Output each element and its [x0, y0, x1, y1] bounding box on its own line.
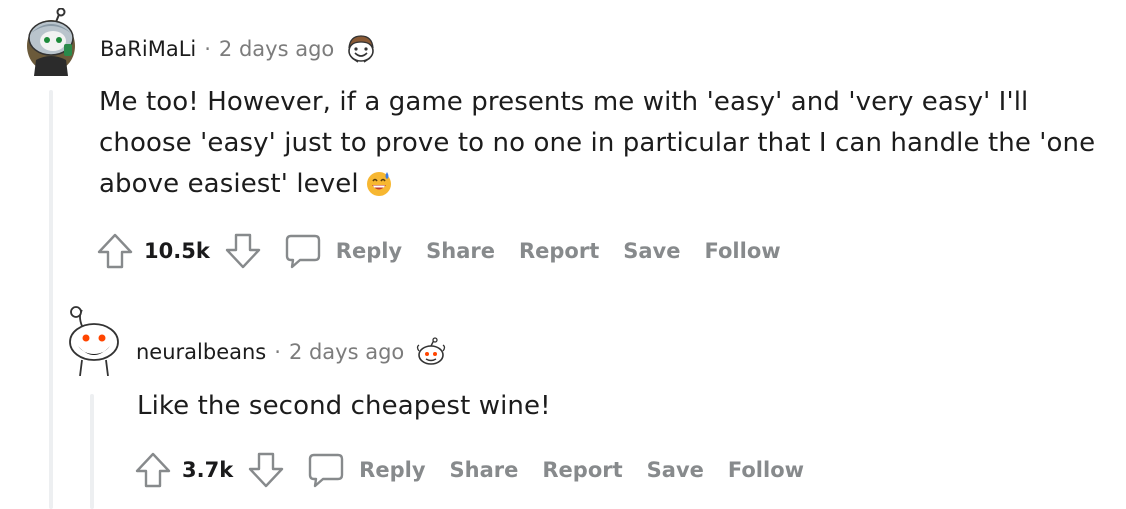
snoo-avatar-girl-icon	[27, 8, 75, 76]
save-button[interactable]: Save	[623, 239, 680, 263]
avatar[interactable]	[64, 304, 120, 376]
downvote-arrow-icon[interactable]	[224, 232, 262, 270]
comment-action-bar: 10.5k Reply Share Report Save Follow	[96, 232, 781, 270]
upvote-arrow-icon[interactable]	[96, 232, 134, 270]
snoo-face-flair-icon	[348, 35, 375, 63]
reply-button[interactable]: Reply	[307, 451, 426, 489]
comment-header: neuralbeans · 2 days ago	[136, 337, 448, 367]
downvote-arrow-icon[interactable]	[247, 451, 285, 489]
comment-thread: BaRiMaLi · 2 days ago Me too! However, i…	[0, 0, 1126, 509]
comment-text: Like the second cheapest wine!	[137, 391, 551, 421]
username-link[interactable]: BaRiMaLi	[100, 37, 196, 61]
username-link[interactable]: neuralbeans	[136, 340, 266, 364]
snoo-small-flair-icon	[417, 337, 446, 365]
share-button[interactable]: Share	[450, 458, 519, 482]
comment-bubble-icon	[285, 234, 320, 269]
comment-body: Like the second cheapest wine!	[137, 386, 1037, 427]
comment-body: Me too! However, if a game presents me w…	[99, 82, 1109, 210]
timestamp[interactable]: 2 days ago	[219, 37, 334, 61]
user-flair	[414, 337, 448, 367]
upvote-arrow-icon[interactable]	[134, 451, 172, 489]
avatar[interactable]	[20, 8, 82, 76]
report-button[interactable]: Report	[542, 458, 622, 482]
save-button[interactable]: Save	[647, 458, 704, 482]
thread-line-level-1[interactable]	[49, 90, 53, 509]
report-button[interactable]: Report	[519, 239, 599, 263]
user-flair	[344, 34, 378, 64]
thread-line-level-2[interactable]	[90, 394, 94, 509]
follow-button[interactable]: Follow	[705, 239, 781, 263]
timestamp[interactable]: 2 days ago	[289, 340, 404, 364]
vote-score: 10.5k	[144, 239, 210, 263]
reply-label: Reply	[359, 458, 426, 482]
reply-label: Reply	[335, 239, 403, 263]
comment-action-bar: 3.7k Reply Share Report Save Follow	[134, 451, 804, 489]
meta-separator: ·	[204, 37, 211, 61]
follow-button[interactable]: Follow	[728, 458, 804, 482]
vote-score: 3.7k	[182, 458, 234, 482]
comment-bubble-icon	[308, 453, 344, 488]
grinning-sweat-emoji	[365, 169, 393, 210]
comment-text: Me too! However, if a game presents me w…	[99, 87, 1096, 199]
comment-header: BaRiMaLi · 2 days ago	[100, 34, 378, 64]
snoo-avatar-beard-icon	[69, 306, 119, 376]
share-button[interactable]: Share	[426, 239, 495, 263]
meta-separator: ·	[274, 340, 281, 364]
reply-button[interactable]: Reply	[284, 232, 402, 270]
